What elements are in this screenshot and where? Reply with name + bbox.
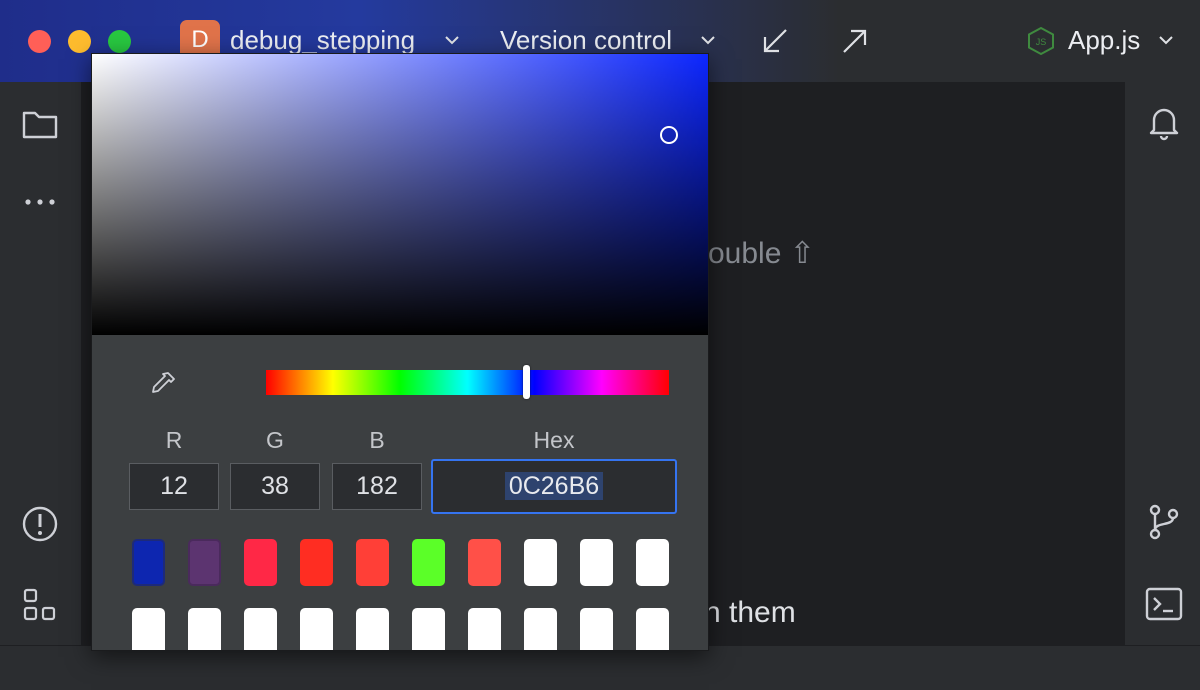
eyedropper-icon[interactable] — [148, 369, 178, 399]
hex-input-value: 0C26B6 — [504, 472, 604, 500]
color-swatch[interactable] — [132, 539, 165, 586]
color-swatch[interactable] — [580, 539, 613, 586]
color-picker-popup: R G B Hex 12 38 182 0C26B6 — [91, 53, 709, 651]
color-swatch[interactable] — [188, 539, 221, 586]
color-swatch[interactable] — [468, 608, 501, 650]
nodejs-icon: JS — [1028, 26, 1054, 56]
color-swatch[interactable] — [636, 608, 669, 650]
terminal-icon[interactable] — [1144, 584, 1184, 624]
color-swatch[interactable] — [412, 539, 445, 586]
saturation-value-handle[interactable] — [660, 126, 678, 144]
project-name[interactable]: debug_stepping — [230, 25, 415, 56]
run-config-name[interactable]: App.js — [1068, 25, 1140, 56]
notifications-icon[interactable] — [1144, 102, 1184, 142]
window-minimize-button[interactable] — [68, 30, 91, 53]
channel-label-r: R — [165, 427, 183, 453]
more-icon[interactable] — [20, 182, 60, 222]
arrow-down-left-icon[interactable] — [760, 26, 790, 56]
color-swatch[interactable] — [300, 539, 333, 586]
channel-label-g: G — [266, 427, 284, 453]
problems-icon[interactable] — [20, 504, 60, 544]
color-swatch[interactable] — [356, 608, 389, 650]
green-input[interactable]: 38 — [230, 463, 320, 510]
hex-label: Hex — [533, 427, 575, 453]
structure-icon[interactable] — [20, 585, 60, 625]
left-tool-strip — [0, 82, 82, 645]
window-close-button[interactable] — [28, 30, 51, 53]
color-swatch[interactable] — [244, 608, 277, 650]
color-swatch[interactable] — [188, 608, 221, 650]
window-maximize-button[interactable] — [108, 30, 131, 53]
color-swatch[interactable] — [132, 608, 165, 650]
color-swatch[interactable] — [412, 608, 445, 650]
color-swatch[interactable] — [524, 539, 557, 586]
color-swatch[interactable] — [244, 539, 277, 586]
chevron-down-icon[interactable] — [700, 33, 716, 47]
color-swatch[interactable] — [636, 539, 669, 586]
saturation-value-area[interactable] — [92, 54, 708, 335]
git-branch-icon[interactable] — [1144, 502, 1184, 542]
chevron-down-icon[interactable] — [1158, 33, 1174, 47]
arrow-up-right-icon[interactable] — [840, 26, 870, 56]
hue-slider-handle[interactable] — [523, 365, 530, 399]
blue-input[interactable]: 182 — [332, 463, 422, 510]
status-bar — [0, 645, 1200, 690]
folder-icon[interactable] — [20, 104, 60, 144]
editor-hint-text: ouble ⇧ — [708, 237, 815, 270]
color-swatch[interactable] — [524, 608, 557, 650]
right-tool-strip — [1124, 82, 1200, 645]
red-input[interactable]: 12 — [129, 463, 219, 510]
color-swatch[interactable] — [468, 539, 501, 586]
vcs-menu[interactable]: Version control — [500, 25, 672, 56]
svg-text:JS: JS — [1036, 37, 1047, 47]
chevron-down-icon[interactable] — [444, 33, 460, 47]
hex-input[interactable]: 0C26B6 — [431, 459, 677, 514]
color-swatch[interactable] — [580, 608, 613, 650]
color-swatch[interactable] — [300, 608, 333, 650]
editor-hint-text: n them — [704, 596, 796, 629]
hue-slider[interactable] — [266, 370, 669, 395]
channel-label-b: B — [369, 427, 385, 453]
color-swatch[interactable] — [356, 539, 389, 586]
